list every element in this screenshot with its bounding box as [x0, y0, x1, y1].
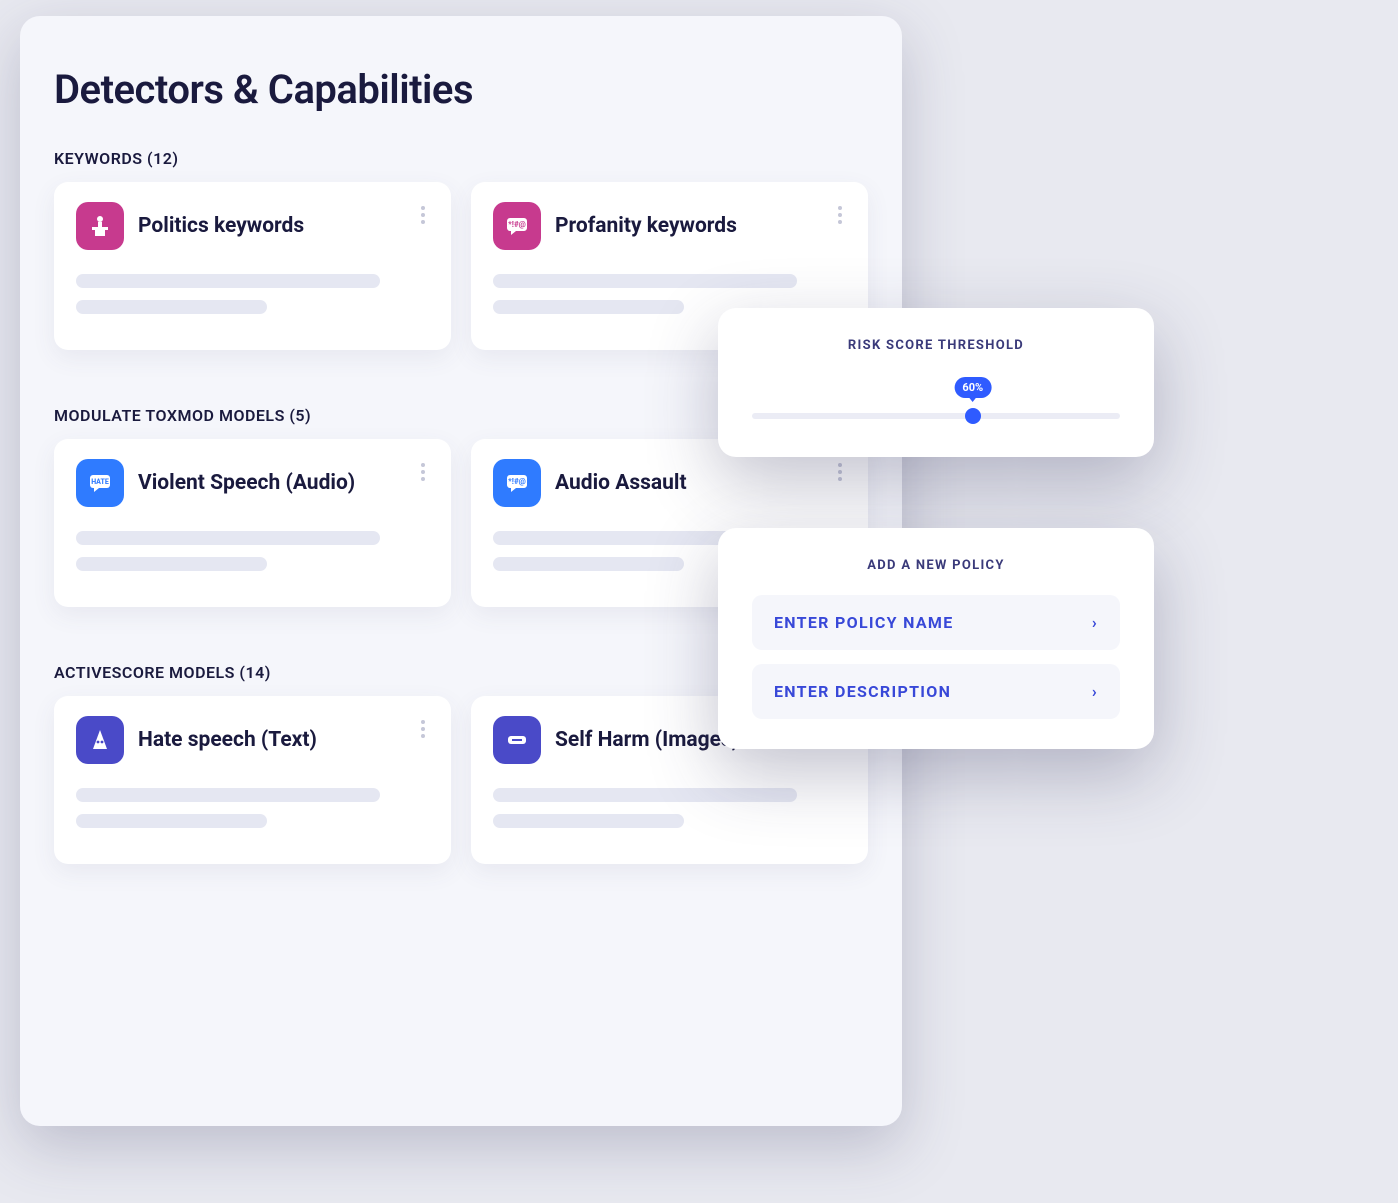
placeholder-line	[76, 274, 380, 288]
card-hate-speech-text[interactable]: Hate speech (Text)	[54, 696, 451, 864]
placeholder-line	[493, 788, 797, 802]
svg-text:*!#@: *!#@	[508, 220, 526, 229]
hood-icon	[76, 716, 124, 764]
chevron-right-icon: ›	[1092, 613, 1098, 632]
policy-name-input[interactable]: ENTER POLICY NAME ›	[752, 595, 1120, 650]
risk-slider[interactable]: 60%	[752, 383, 1120, 427]
placeholder-line	[493, 557, 684, 571]
section-header-keywords: KEYWORDS (12)	[54, 149, 868, 168]
svg-text:*!#@: *!#@	[508, 477, 526, 486]
kebab-menu[interactable]	[413, 202, 433, 228]
swear-bubble-icon: *!#@	[493, 202, 541, 250]
chevron-right-icon: ›	[1092, 682, 1098, 701]
razor-icon	[493, 716, 541, 764]
placeholder-line	[493, 274, 797, 288]
card-title: Violent Speech (Audio)	[138, 471, 355, 495]
podium-icon	[76, 202, 124, 250]
kebab-menu[interactable]	[830, 459, 850, 485]
policy-description-input[interactable]: ENTER DESCRIPTION ›	[752, 664, 1120, 719]
placeholder-line	[493, 814, 684, 828]
page-title: Detectors & Capabilities	[54, 66, 868, 113]
swear-bubble-icon: *!#@	[493, 459, 541, 507]
svg-text:HATE: HATE	[91, 478, 109, 486]
risk-title: RISK SCORE THRESHOLD	[752, 338, 1120, 353]
card-title: Hate speech (Text)	[138, 728, 317, 752]
kebab-menu[interactable]	[413, 459, 433, 485]
placeholder-line	[76, 557, 267, 571]
card-title: Self Harm (Images)	[555, 728, 739, 752]
card-title: Politics keywords	[138, 214, 304, 238]
risk-threshold-panel: RISK SCORE THRESHOLD 60%	[718, 308, 1154, 457]
card-title: Profanity keywords	[555, 214, 737, 238]
slider-track	[752, 413, 1120, 419]
placeholder-line	[76, 531, 380, 545]
policy-name-placeholder: ENTER POLICY NAME	[774, 613, 954, 632]
placeholder-line	[76, 814, 267, 828]
placeholder-line	[76, 300, 267, 314]
card-title: Audio Assault	[555, 471, 687, 495]
hate-bubble-icon: HATE	[76, 459, 124, 507]
add-policy-panel: ADD A NEW POLICY ENTER POLICY NAME › ENT…	[718, 528, 1154, 749]
slider-thumb[interactable]	[965, 408, 981, 424]
card-politics-keywords[interactable]: Politics keywords	[54, 182, 451, 350]
slider-value-badge: 60%	[954, 377, 991, 398]
policy-desc-placeholder: ENTER DESCRIPTION	[774, 682, 951, 701]
placeholder-line	[76, 788, 380, 802]
placeholder-line	[493, 300, 684, 314]
policy-title: ADD A NEW POLICY	[752, 558, 1120, 573]
kebab-menu[interactable]	[413, 716, 433, 742]
card-violent-speech[interactable]: HATE Violent Speech (Audio)	[54, 439, 451, 607]
kebab-menu[interactable]	[830, 202, 850, 228]
